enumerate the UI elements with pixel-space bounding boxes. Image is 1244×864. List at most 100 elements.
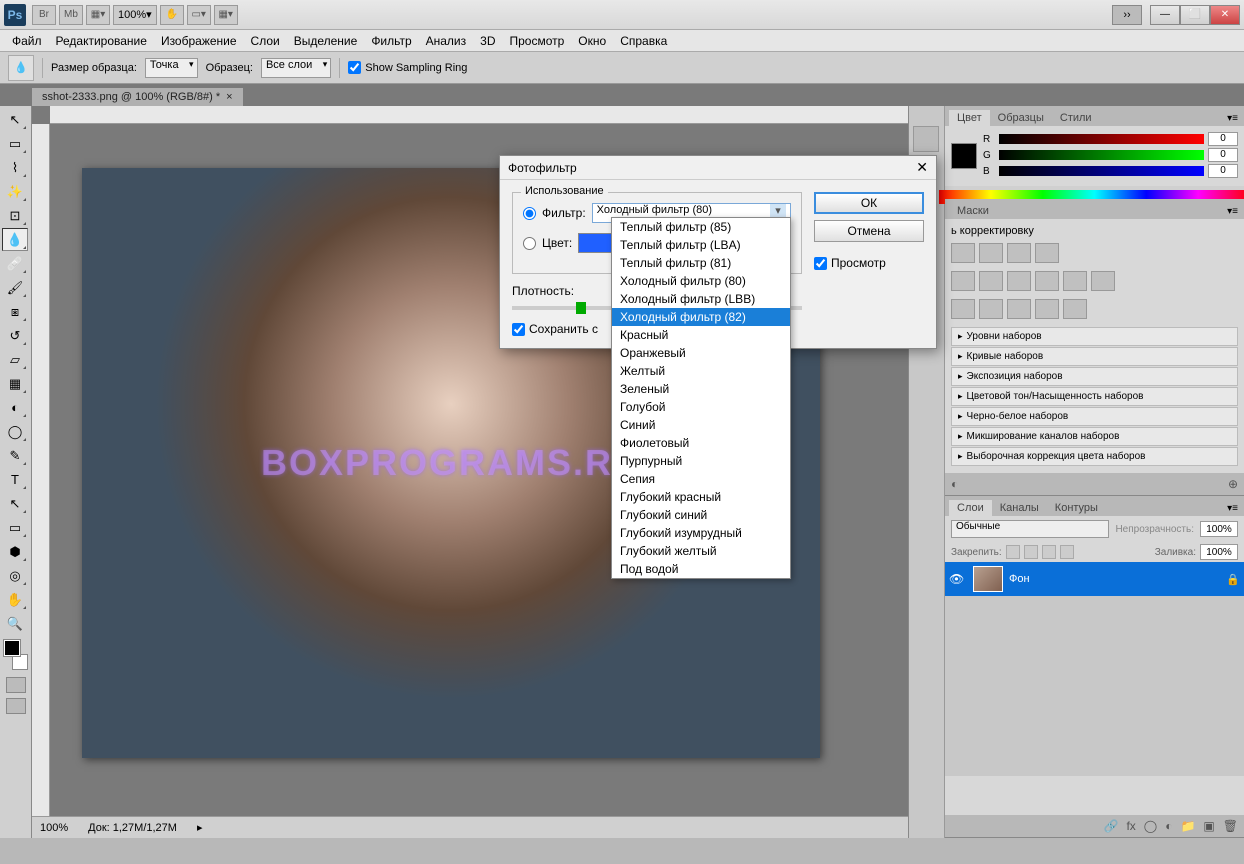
menu-layer[interactable]: Слои bbox=[251, 34, 280, 48]
menu-window[interactable]: Окно bbox=[578, 34, 606, 48]
adj-preset[interactable]: ▸Уровни наборов bbox=[951, 327, 1238, 346]
layer-row[interactable]: 👁 Фон 🔒 bbox=[945, 562, 1244, 596]
arrange-btn[interactable]: ▦▾ bbox=[214, 5, 238, 25]
gradient-tool[interactable]: ▦ bbox=[2, 372, 28, 395]
lasso-tool[interactable]: ⌇ bbox=[2, 156, 28, 179]
layer-thumbnail[interactable] bbox=[973, 566, 1003, 592]
tab-styles[interactable]: Стили bbox=[1052, 110, 1100, 126]
screen-mode-btn[interactable]: ▦▾ bbox=[86, 5, 110, 25]
mask-icon[interactable]: ◯ bbox=[1144, 819, 1157, 833]
shape-tool[interactable]: ▭ bbox=[2, 516, 28, 539]
tab-swatches[interactable]: Образцы bbox=[990, 110, 1052, 126]
dropdown-item[interactable]: Красный bbox=[612, 326, 790, 344]
history-brush-tool[interactable]: ↺ bbox=[2, 324, 28, 347]
menu-3d[interactable]: 3D bbox=[480, 34, 495, 48]
cancel-button[interactable]: Отмена bbox=[814, 220, 924, 242]
color-pickers[interactable] bbox=[2, 640, 30, 670]
visibility-icon[interactable]: 👁 bbox=[949, 572, 967, 586]
menu-select[interactable]: Выделение bbox=[294, 34, 358, 48]
panel-menu-icon[interactable]: ▾≡ bbox=[1221, 204, 1244, 219]
lock-position-icon[interactable] bbox=[1024, 545, 1038, 559]
blur-tool[interactable]: ◐ bbox=[2, 396, 28, 419]
hand-tool-btn[interactable]: ✋ bbox=[160, 5, 184, 25]
menu-filter[interactable]: Фильтр bbox=[371, 34, 411, 48]
dropdown-item[interactable]: Холодный фильтр (80) bbox=[612, 272, 790, 290]
dropdown-item[interactable]: Синий bbox=[612, 416, 790, 434]
menu-view[interactable]: Просмотр bbox=[509, 34, 564, 48]
dropdown-item[interactable]: Теплый фильтр (85) bbox=[612, 218, 790, 236]
dropdown-item[interactable]: Глубокий изумрудный bbox=[612, 524, 790, 542]
dropdown-item[interactable]: Холодный фильтр (LBB) bbox=[612, 290, 790, 308]
background-color[interactable] bbox=[12, 654, 28, 670]
sample-size-select[interactable]: Точка bbox=[145, 58, 198, 78]
adj-preset[interactable]: ▸Выборочная коррекция цвета наборов bbox=[951, 447, 1238, 466]
b-slider[interactable] bbox=[999, 166, 1204, 176]
menu-image[interactable]: Изображение bbox=[161, 34, 237, 48]
ok-button[interactable]: ОК bbox=[814, 192, 924, 214]
adj-bw-icon[interactable] bbox=[1035, 271, 1059, 291]
dodge-tool[interactable]: ◯ bbox=[2, 420, 28, 443]
adj-preset[interactable]: ▸Черно-белое наборов bbox=[951, 407, 1238, 426]
dropdown-item[interactable]: Глубокий синий bbox=[612, 506, 790, 524]
r-value[interactable]: 0 bbox=[1208, 132, 1238, 146]
delete-icon[interactable]: 🗑 bbox=[1223, 819, 1238, 833]
foreground-color[interactable] bbox=[4, 640, 20, 656]
show-ring-input[interactable] bbox=[348, 61, 361, 74]
dropdown-item[interactable]: Голубой bbox=[612, 398, 790, 416]
adj-poster-icon[interactable] bbox=[979, 299, 1003, 319]
adj-threshold-icon[interactable] bbox=[1007, 299, 1031, 319]
maximize-button[interactable]: ⬜ bbox=[1180, 5, 1210, 25]
slider-thumb-icon[interactable] bbox=[576, 302, 586, 314]
adj-brightness-icon[interactable] bbox=[951, 243, 975, 263]
close-tab-icon[interactable]: × bbox=[226, 91, 232, 103]
adj-photo-icon[interactable] bbox=[1063, 271, 1087, 291]
adj-invert-icon[interactable] bbox=[951, 299, 975, 319]
screenmode-button[interactable] bbox=[6, 698, 26, 714]
quickmask-button[interactable] bbox=[6, 677, 26, 693]
blend-mode-select[interactable]: Обычные bbox=[951, 520, 1109, 538]
menu-file[interactable]: Файл bbox=[12, 34, 42, 48]
menu-analysis[interactable]: Анализ bbox=[426, 34, 467, 48]
type-tool[interactable]: T bbox=[2, 468, 28, 491]
layer-name[interactable]: Фон bbox=[1009, 573, 1030, 585]
g-slider[interactable] bbox=[999, 150, 1204, 160]
crop-tool[interactable]: ⊡ bbox=[2, 204, 28, 227]
healing-tool[interactable]: 🩹 bbox=[2, 252, 28, 275]
sample-select[interactable]: Все слои bbox=[261, 58, 331, 78]
close-button[interactable]: ✕ bbox=[1210, 5, 1240, 25]
zoom-tool[interactable]: 🔍 bbox=[2, 612, 28, 635]
lock-pixels-icon[interactable] bbox=[1006, 545, 1020, 559]
panel-menu-icon[interactable]: ▾≡ bbox=[1221, 111, 1244, 126]
preserve-checkbox[interactable] bbox=[512, 323, 525, 336]
zoom-select[interactable]: 100% ▾ bbox=[113, 5, 157, 25]
move-tool[interactable]: ↖ bbox=[2, 108, 28, 131]
view-extras-btn[interactable]: ▭▾ bbox=[187, 5, 211, 25]
r-slider[interactable] bbox=[999, 134, 1204, 144]
adj-exposure-icon[interactable] bbox=[1035, 243, 1059, 263]
tab-layers[interactable]: Слои bbox=[949, 500, 992, 516]
adj-hue-icon[interactable] bbox=[979, 271, 1003, 291]
adj-preset[interactable]: ▸Цветовой тон/Насыщенность наборов bbox=[951, 387, 1238, 406]
adjustment-icon[interactable]: ◐ bbox=[1165, 819, 1172, 833]
brush-tool[interactable]: 🖌 bbox=[2, 276, 28, 299]
preview-checkbox[interactable] bbox=[814, 257, 827, 270]
adj-colorbal-icon[interactable] bbox=[1007, 271, 1031, 291]
color-preview[interactable] bbox=[951, 143, 977, 169]
eraser-tool[interactable]: ▱ bbox=[2, 348, 28, 371]
current-tool-icon[interactable]: 💧 bbox=[8, 55, 34, 81]
eyedropper-tool[interactable]: 💧 bbox=[2, 228, 28, 251]
adj-gradient-icon[interactable] bbox=[1035, 299, 1059, 319]
stamp-tool[interactable]: ⧆ bbox=[2, 300, 28, 323]
adj-preset[interactable]: ▸Кривые наборов bbox=[951, 347, 1238, 366]
dropdown-item[interactable]: Желтый bbox=[612, 362, 790, 380]
dropdown-item[interactable]: Теплый фильтр (LBA) bbox=[612, 236, 790, 254]
dropdown-item[interactable]: Под водой bbox=[612, 560, 790, 578]
minibridge-btn[interactable]: Mb bbox=[59, 5, 83, 25]
3d-camera-tool[interactable]: ◎ bbox=[2, 564, 28, 587]
status-zoom[interactable]: 100% bbox=[40, 822, 68, 834]
adj-levels-icon[interactable] bbox=[979, 243, 1003, 263]
b-value[interactable]: 0 bbox=[1208, 164, 1238, 178]
preview-checkbox-row[interactable]: Просмотр bbox=[814, 256, 924, 270]
g-value[interactable]: 0 bbox=[1208, 148, 1238, 162]
fx-icon[interactable]: fx bbox=[1126, 819, 1135, 833]
